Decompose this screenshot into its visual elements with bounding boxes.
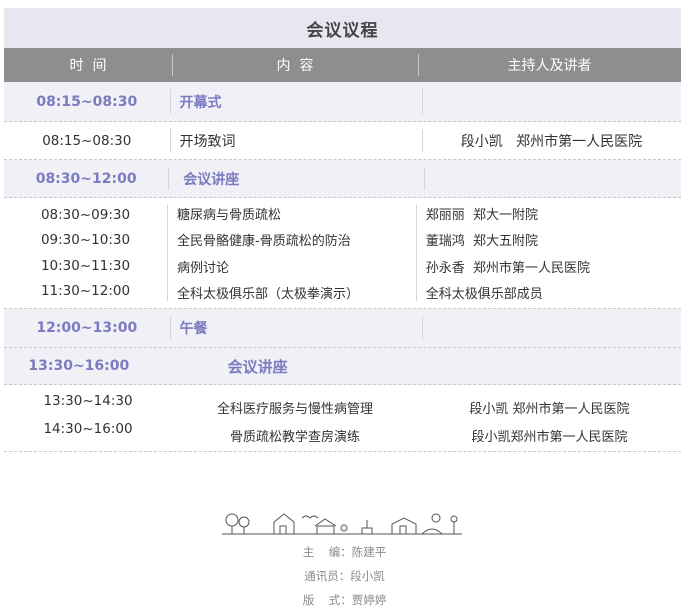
section-title: 午餐 (169, 309, 422, 347)
header-speaker: 主持人及讲者 (418, 48, 681, 82)
row-time: 14:30~16:00 (43, 421, 133, 437)
credits: 主 编：陈建平 通讯员：段小凯 版 式：贾婷婷 (0, 500, 689, 612)
section-row: 08:30~12:00 会议讲座 (4, 160, 681, 198)
section-row: 08:15~08:30 开幕式 (4, 82, 681, 122)
row-time: 10:30~11:30 (40, 257, 131, 274)
row-content: 全民骨骼健康-骨质疏松的防治 (177, 234, 351, 250)
row-speaker: 段小凯 郑州市第一人民医院 (421, 122, 681, 159)
agenda-title: 会议议程 (4, 8, 681, 48)
header-time: 时 间 (69, 58, 107, 74)
row-content: 全科医疗服务与慢性病管理 (216, 401, 373, 417)
row-time: 13:30~14:30 (43, 393, 133, 409)
row-content: 全科太极俱乐部（太极拳演示） (177, 287, 360, 303)
credit-layout: 版 式：贾婷婷 (302, 593, 387, 607)
section-row: 12:00~13:00 午餐 (4, 309, 681, 348)
section-row: 13:30~16:00 会议讲座 (4, 348, 681, 385)
row-speaker: 全科太极俱乐部成员 (425, 287, 543, 303)
table-header: 时 间 内 容 主持人及讲者 (4, 48, 681, 82)
section-time: 08:15~08:30 (36, 93, 138, 110)
section-title: 会议讲座 (227, 357, 288, 376)
agenda-table: 会议议程 时 间 内 容 主持人及讲者 08:15~08:30 开幕式 08:1… (4, 8, 681, 452)
section-title: 开幕式 (169, 82, 422, 121)
row-time: 11:30~12:00 (40, 283, 131, 300)
row-content: 骨质疏松教学查房演练 (229, 429, 360, 445)
table-row: 08:15~08:30 开场致词 段小凯 郑州市第一人民医院 (4, 122, 681, 160)
table-row-group: 08:30~09:30 09:30~10:30 10:30~11:30 11:3… (4, 198, 681, 309)
row-time: 08:30~09:30 (40, 206, 131, 223)
row-content: 病例讨论 (177, 260, 230, 276)
section-time: 13:30~16:00 (28, 358, 130, 374)
section-title: 会议讲座 (168, 160, 424, 197)
row-speaker: 段小凯郑州市第一人民医院 (471, 429, 628, 445)
row-time: 09:30~10:30 (40, 232, 131, 249)
section-time: 12:00~13:00 (36, 320, 138, 336)
header-content: 内 容 (172, 48, 418, 82)
row-speaker: 董瑞鸿 郑大五附院 (425, 234, 539, 250)
section-time: 08:30~12:00 (35, 170, 137, 187)
table-row-group: 13:30~14:30 14:30~16:00 全科医疗服务与慢性病管理 骨质疏… (4, 385, 681, 452)
credit-reporter: 通讯员：段小凯 (304, 569, 385, 583)
row-speaker: 郑丽丽 郑大一附院 (425, 207, 539, 223)
row-speaker: 孙永香 郑州市第一人民医院 (425, 260, 591, 276)
row-content: 开场致词 (169, 122, 422, 159)
row-speaker: 段小凯 郑州市第一人民医院 (469, 401, 630, 417)
row-content: 糖尿病与骨质疏松 (177, 207, 282, 223)
row-time: 08:15~08:30 (42, 132, 132, 149)
credit-editor: 主 编：陈建平 (302, 545, 387, 559)
